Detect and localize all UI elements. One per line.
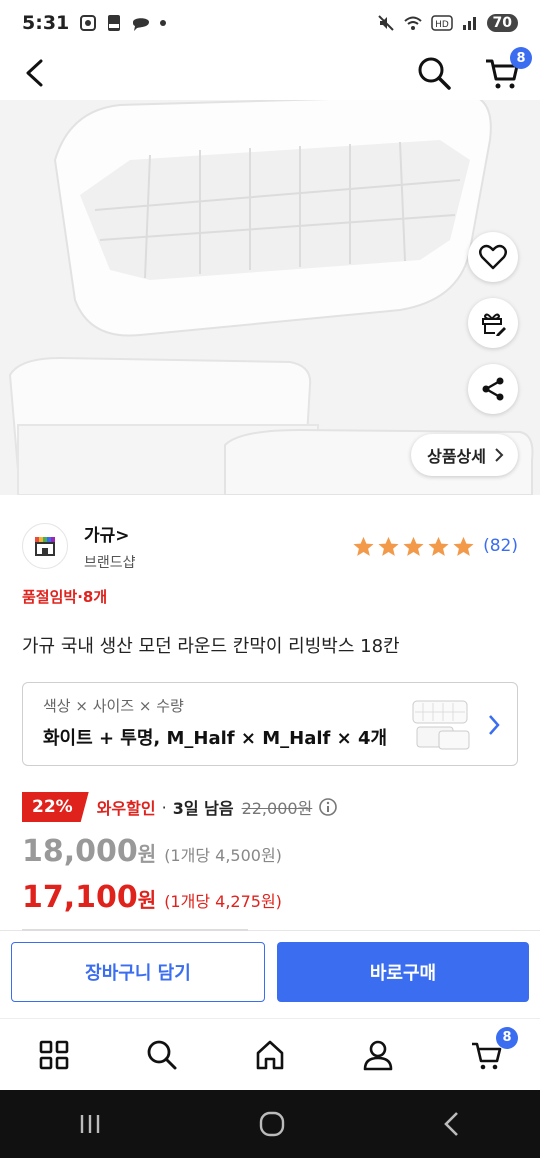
search-button[interactable] [414, 53, 454, 93]
wow-discount-label: 와우할인 [96, 799, 156, 818]
star-icon [378, 536, 399, 556]
product-detail-label: 상품상세 [427, 447, 486, 466]
wishlist-button[interactable] [468, 232, 518, 282]
pdf-icon [108, 15, 121, 31]
recent-apps-icon[interactable] [76, 1112, 104, 1136]
person-icon [363, 1040, 393, 1070]
regular-price-amount: 18,000 [22, 834, 138, 869]
status-time: 5:31 [22, 12, 70, 34]
star-icon [453, 536, 474, 556]
screenshot-icon [80, 15, 97, 31]
wow-price: 17,100 원 (1개당 4,275원) [22, 880, 282, 915]
signal-icon [462, 17, 476, 30]
system-navigation-bar [0, 1090, 540, 1158]
back-button[interactable] [18, 57, 50, 89]
buy-now-button[interactable]: 바로구매 [277, 942, 529, 1002]
chevron-right-icon [489, 715, 500, 735]
search-icon [147, 1040, 177, 1069]
add-to-cart-button[interactable]: 장바구니 담기 [11, 942, 265, 1002]
product-title: 가규 국내 생산 모던 라운드 칸막이 리빙박스 18칸 [22, 636, 400, 657]
share-icon [482, 377, 504, 401]
stock-notice: 품절임박·8개 [22, 588, 108, 606]
nav-my-page[interactable] [354, 1031, 402, 1079]
brand-logo[interactable] [22, 523, 68, 569]
status-bar: 5:31 HD 70 [0, 0, 540, 46]
nav-home[interactable] [246, 1031, 294, 1079]
discount-row: 22% 와우할인 · 3일 남음 22,000원 [22, 792, 338, 822]
regular-price-currency: 원 [137, 842, 157, 866]
share-button[interactable] [468, 364, 518, 414]
days-left: 3일 남음 [172, 799, 234, 818]
option-selector[interactable]: 색상 × 사이즈 × 수량 화이트 + 투명, M_Half × M_Half … [22, 682, 518, 766]
home-circle-icon[interactable] [257, 1109, 287, 1139]
gift-edit-icon [482, 313, 506, 336]
brand-shop-label: 브랜드샵 [84, 554, 136, 571]
option-thumbnail [412, 700, 470, 750]
dot-icon [160, 20, 167, 26]
wow-unit-price: (1개당 4,275원) [164, 892, 282, 911]
rating[interactable]: (82) [352, 535, 518, 558]
cart-count-badge: 8 [510, 47, 532, 69]
cart-count-badge: 8 [496, 1026, 518, 1049]
brand-name-link[interactable]: 가규> [84, 521, 136, 546]
star-icon [428, 536, 449, 556]
wow-price-amount: 17,100 [22, 880, 138, 915]
wow-price-currency: 원 [137, 888, 157, 912]
brand-row: 가규> 브랜드샵 (82) [22, 518, 518, 574]
divider [22, 929, 248, 931]
back-arrow-icon [26, 59, 43, 87]
shop-icon [35, 537, 55, 556]
regular-unit-price: (1개당 4,500원) [164, 846, 282, 865]
hd-icon: HD [430, 15, 453, 31]
chat-icon [133, 18, 150, 31]
grid-icon [39, 1040, 69, 1069]
bottom-navigation: 8 [0, 1018, 540, 1090]
cart-button[interactable]: 8 [482, 47, 532, 93]
product-image-carousel[interactable]: 상품상세 [0, 100, 540, 495]
mute-icon [377, 15, 394, 31]
star-icon [403, 536, 424, 556]
product-detail-button[interactable]: 상품상세 [411, 434, 518, 476]
nav-search[interactable] [138, 1031, 186, 1079]
system-back-icon[interactable] [440, 1110, 464, 1138]
review-count[interactable]: (82) [483, 536, 518, 556]
battery-level: 70 [486, 14, 518, 32]
separator-dot: · [161, 797, 167, 817]
search-icon [418, 57, 451, 90]
home-icon [256, 1040, 284, 1069]
regular-price: 18,000 원 (1개당 4,500원) [22, 834, 282, 869]
heart-icon [479, 244, 507, 270]
nav-cart[interactable]: 8 [462, 1026, 518, 1079]
svg-text:HD: HD [435, 20, 449, 30]
chevron-right-icon [495, 448, 504, 462]
gift-button[interactable] [468, 298, 518, 348]
wifi-icon [403, 16, 422, 30]
star-icon [353, 536, 374, 556]
discount-rate-badge: 22% [22, 792, 89, 822]
nav-categories[interactable] [30, 1031, 78, 1079]
purchase-action-bar: 장바구니 담기 바로구매 [0, 929, 540, 1018]
original-price: 22,000원 [241, 799, 313, 818]
app-header: 8 [0, 46, 540, 100]
info-icon[interactable] [318, 797, 338, 817]
